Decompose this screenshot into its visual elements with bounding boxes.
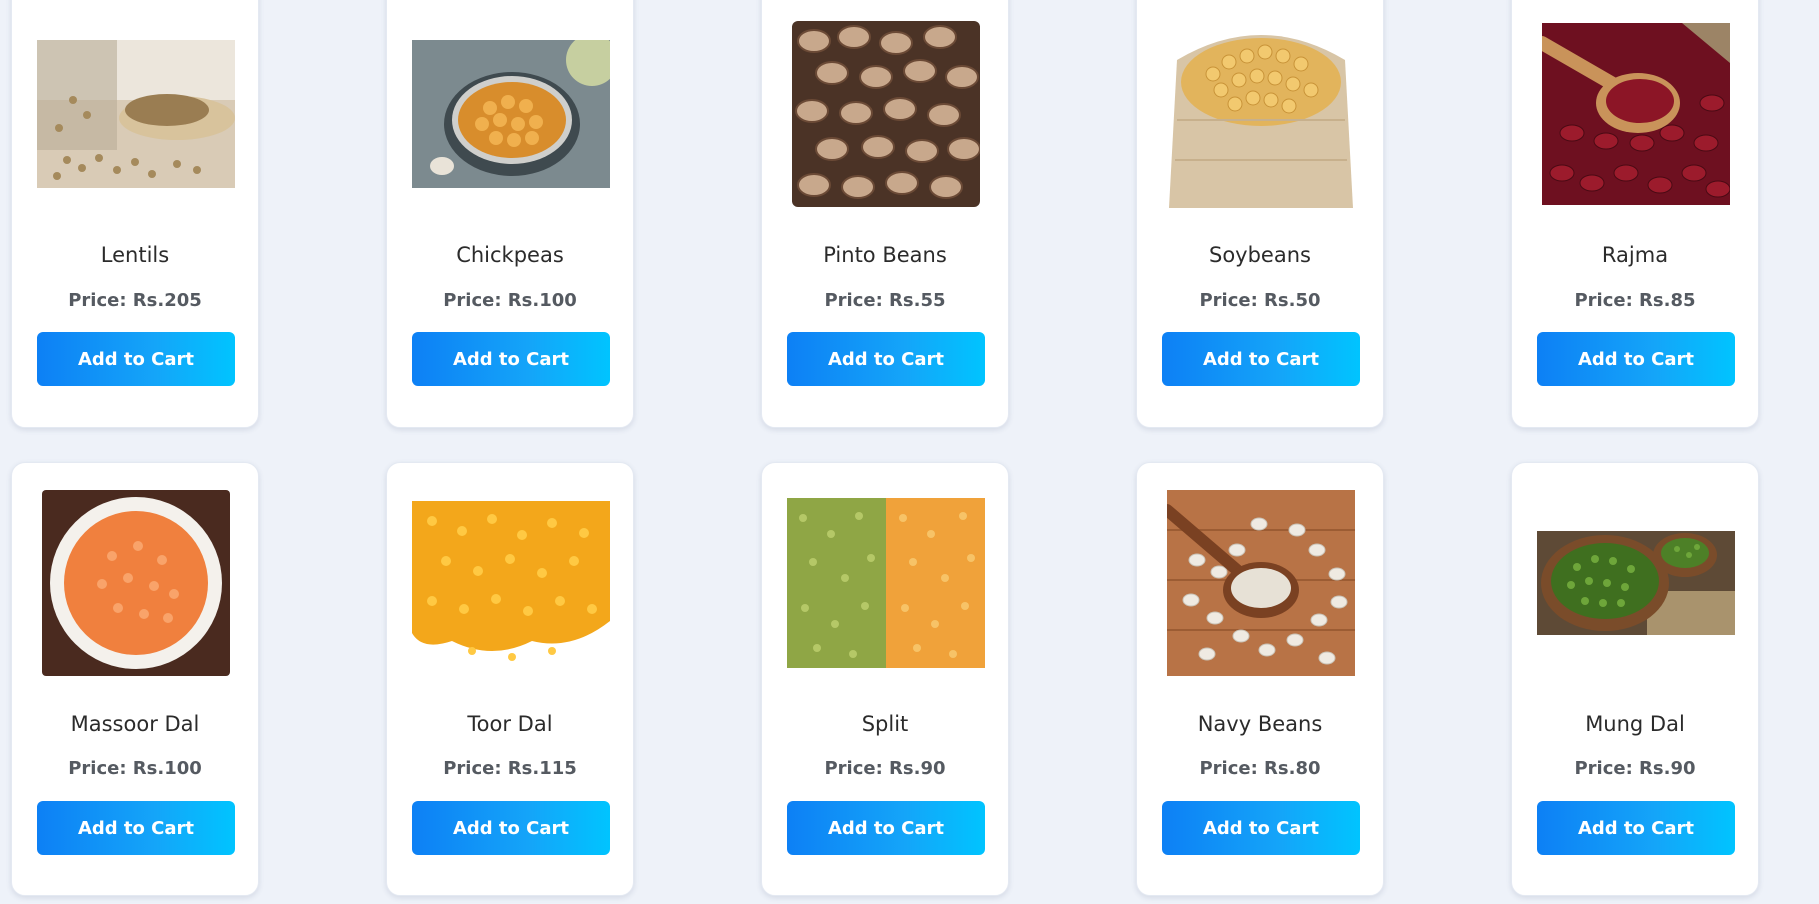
- product-name: Mung Dal: [1585, 712, 1685, 736]
- rajma-spoon-icon: [1542, 23, 1730, 205]
- massoor-dal-bowl-icon: [42, 490, 230, 676]
- mung-dal-image: [1537, 488, 1735, 678]
- product-card-rajma: Rajma Price: Rs.85 Add to Cart: [1511, 0, 1759, 428]
- product-card-split: Split Price: Rs.90 Add to Cart: [761, 462, 1009, 896]
- split-peas-icon: [787, 498, 985, 668]
- soybeans-image: [1162, 19, 1360, 209]
- product-card-soybeans: Soybeans Price: Rs.50 Add to Cart: [1136, 0, 1384, 428]
- add-to-cart-button[interactable]: Add to Cart: [412, 801, 610, 855]
- product-card-massoor-dal: Massoor Dal Price: Rs.100 Add to Cart: [11, 462, 259, 896]
- product-price: Price: Rs.100: [443, 290, 577, 311]
- add-to-cart-button[interactable]: Add to Cart: [37, 332, 235, 386]
- navy-beans-spoon-icon: [1167, 490, 1355, 676]
- product-price: Price: Rs.90: [1574, 758, 1696, 779]
- product-name: Navy Beans: [1197, 712, 1323, 736]
- add-to-cart-button[interactable]: Add to Cart: [412, 332, 610, 386]
- product-card-lentils: Lentils Price: Rs.205 Add to Cart: [11, 0, 259, 428]
- chickpeas-bowl-icon: [412, 40, 610, 188]
- massoor-dal-image: [37, 488, 235, 678]
- add-to-cart-button[interactable]: Add to Cart: [787, 332, 985, 386]
- product-price: Price: Rs.50: [1199, 290, 1321, 311]
- mung-dal-bowl-icon: [1537, 531, 1735, 635]
- product-name: Massoor Dal: [70, 712, 200, 736]
- product-grid: Lentils Price: Rs.205 Add to Cart Chickp…: [11, 0, 1759, 428]
- add-to-cart-button[interactable]: Add to Cart: [37, 801, 235, 855]
- product-grid-row-2: Massoor Dal Price: Rs.100 Add to Cart To…: [11, 462, 1759, 896]
- product-name: Lentils: [100, 243, 170, 267]
- product-name: Split: [861, 712, 909, 736]
- soybeans-sack-icon: [1169, 35, 1353, 208]
- add-to-cart-button[interactable]: Add to Cart: [1162, 801, 1360, 855]
- product-card-toor-dal: Toor Dal Price: Rs.115 Add to Cart: [386, 462, 634, 896]
- pinto-beans-image: [787, 19, 985, 209]
- product-name: Toor Dal: [467, 712, 553, 736]
- product-price: Price: Rs.205: [68, 290, 202, 311]
- product-price: Price: Rs.90: [824, 758, 946, 779]
- product-name: Rajma: [1601, 243, 1669, 267]
- navy-beans-image: [1162, 488, 1360, 678]
- split-image: [787, 488, 985, 678]
- toor-dal-pile-icon: [412, 501, 610, 661]
- product-card-chickpeas: Chickpeas Price: Rs.100 Add to Cart: [386, 0, 634, 428]
- product-price: Price: Rs.100: [68, 758, 202, 779]
- add-to-cart-button[interactable]: Add to Cart: [1162, 332, 1360, 386]
- add-to-cart-button[interactable]: Add to Cart: [1537, 801, 1735, 855]
- product-name: Pinto Beans: [823, 243, 947, 267]
- product-price: Price: Rs.55: [824, 290, 946, 311]
- add-to-cart-button[interactable]: Add to Cart: [787, 801, 985, 855]
- lentils-jar-icon: [37, 40, 235, 188]
- pinto-beans-icon: [792, 21, 980, 207]
- product-price: Price: Rs.85: [1574, 290, 1696, 311]
- add-to-cart-button[interactable]: Add to Cart: [1537, 332, 1735, 386]
- product-card-pinto-beans: Pinto Beans Price: Rs.55 Add to Cart: [761, 0, 1009, 428]
- product-price: Price: Rs.80: [1199, 758, 1321, 779]
- rajma-image: [1537, 19, 1735, 209]
- product-name: Soybeans: [1209, 243, 1311, 267]
- product-name: Chickpeas: [456, 243, 564, 267]
- lentils-image: [37, 19, 235, 209]
- product-card-mung-dal: Mung Dal Price: Rs.90 Add to Cart: [1511, 462, 1759, 896]
- chickpeas-image: [412, 19, 610, 209]
- product-card-navy-beans: Navy Beans Price: Rs.80 Add to Cart: [1136, 462, 1384, 896]
- toor-dal-image: [412, 488, 610, 678]
- product-price: Price: Rs.115: [443, 758, 577, 779]
